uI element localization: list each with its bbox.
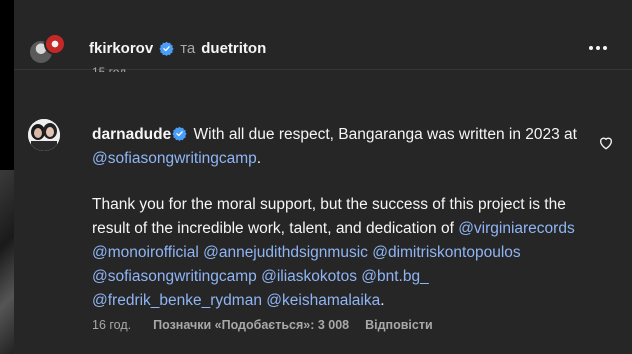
more-options-icon [589, 46, 607, 50]
comment-meta: 16 год. Позначки «Подобається»: 3 008 Ві… [92, 316, 433, 334]
like-button[interactable] [598, 135, 616, 153]
comment-likes-count[interactable]: Позначки «Подобається»: 3 008 [153, 318, 349, 332]
mention-link[interactable]: @sofiasongwritingcamp [92, 150, 257, 167]
comment-author-link[interactable]: darnadude [92, 126, 171, 143]
mention-link[interactable]: @sofiasongwritingcamp [92, 268, 257, 285]
screen: fkirkorov та duetriton 15 год. darnadude… [0, 0, 632, 354]
verified-badge-icon [172, 126, 187, 141]
mention-link[interactable]: @iliaskokotos [261, 268, 357, 285]
mention-link[interactable]: @monoirofficial [92, 244, 199, 261]
collab-avatars[interactable] [28, 33, 66, 65]
mention-link[interactable]: @annejudithdsignmusic [203, 244, 368, 261]
reply-button[interactable]: Відповісти [365, 318, 433, 332]
author-link-fkirkorov[interactable]: fkirkorov [89, 40, 153, 57]
comment-line1-end: . [256, 150, 262, 167]
mention-link[interactable]: @dimitriskontopoulos [372, 244, 520, 261]
post-authors: fkirkorov та duetriton [89, 38, 266, 58]
previous-comment-timestamp: 15 год. [92, 65, 130, 72]
comments-panel: fkirkorov та duetriton 15 год. darnadude… [14, 0, 632, 354]
avatar-duetriton[interactable] [44, 33, 66, 55]
author-link-duetriton[interactable]: duetriton [201, 40, 266, 57]
comment-avatar[interactable] [28, 119, 60, 151]
background-image-strip [0, 170, 14, 354]
verified-badge-icon [159, 41, 174, 56]
mention-link[interactable]: @fredrik_benke_rydman [92, 292, 262, 309]
avatar-photo [28, 119, 60, 151]
mention-link[interactable]: @virginiarecords [458, 220, 575, 237]
mention-link[interactable]: @bnt.bg_ [361, 268, 428, 285]
heart-icon [600, 137, 612, 150]
comment-text: darnadude With all due respect, Bangaran… [92, 123, 592, 313]
mention-link[interactable]: @keishamalaika [266, 292, 380, 309]
comment-line1-text: With all due respect, Bangaranga was wri… [189, 126, 577, 143]
author-conjunction: та [180, 39, 196, 57]
comment-timestamp[interactable]: 16 год. [92, 318, 131, 332]
more-options-button[interactable] [586, 38, 610, 58]
comment-paragraph-2-end: . [380, 292, 385, 309]
